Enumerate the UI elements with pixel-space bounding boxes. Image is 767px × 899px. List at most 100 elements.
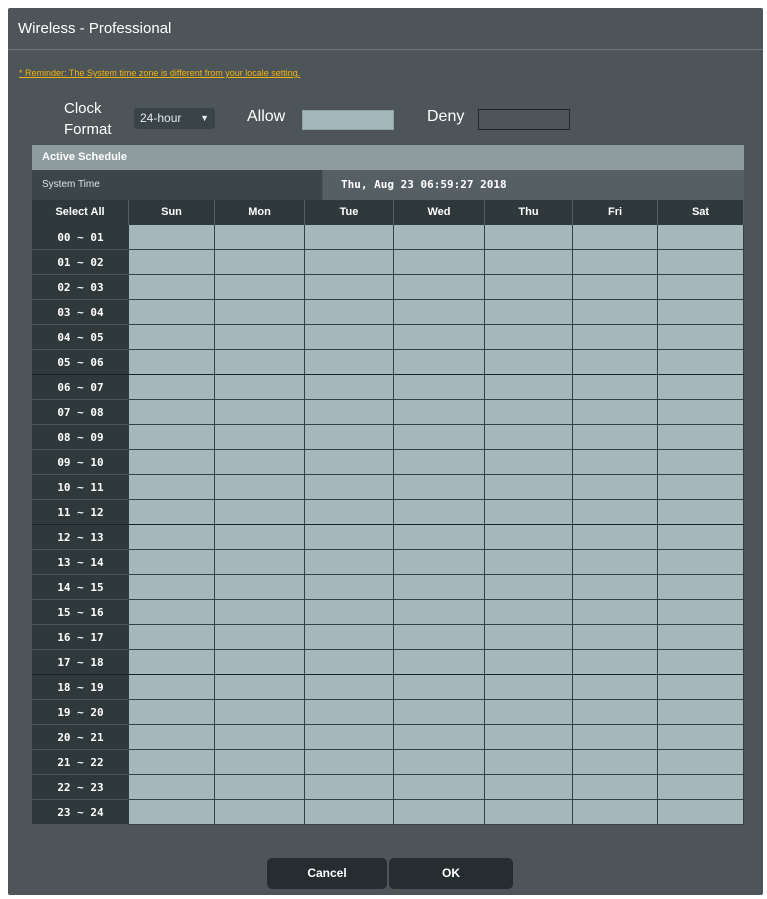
schedule-cell[interactable]	[305, 500, 394, 525]
schedule-cell[interactable]	[485, 600, 573, 625]
schedule-cell[interactable]	[215, 675, 305, 700]
schedule-cell[interactable]	[485, 700, 573, 725]
schedule-cell[interactable]	[215, 425, 305, 450]
schedule-cell[interactable]	[394, 800, 485, 825]
hour-row-label[interactable]: 13 ~ 14	[32, 550, 129, 575]
hour-row-label[interactable]: 10 ~ 11	[32, 475, 129, 500]
schedule-cell[interactable]	[394, 650, 485, 675]
schedule-cell[interactable]	[394, 400, 485, 425]
schedule-cell[interactable]	[658, 425, 744, 450]
schedule-cell[interactable]	[215, 800, 305, 825]
schedule-cell[interactable]	[129, 675, 215, 700]
schedule-cell[interactable]	[485, 500, 573, 525]
schedule-cell[interactable]	[129, 600, 215, 625]
hour-row-label[interactable]: 15 ~ 16	[32, 600, 129, 625]
schedule-cell[interactable]	[305, 750, 394, 775]
schedule-cell[interactable]	[305, 700, 394, 725]
schedule-cell[interactable]	[215, 550, 305, 575]
schedule-cell[interactable]	[305, 425, 394, 450]
schedule-cell[interactable]	[394, 325, 485, 350]
schedule-cell[interactable]	[394, 775, 485, 800]
schedule-cell[interactable]	[485, 225, 573, 250]
schedule-cell[interactable]	[394, 250, 485, 275]
schedule-cell[interactable]	[394, 700, 485, 725]
schedule-cell[interactable]	[573, 800, 658, 825]
schedule-cell[interactable]	[658, 400, 744, 425]
schedule-cell[interactable]	[129, 575, 215, 600]
schedule-cell[interactable]	[129, 250, 215, 275]
hour-row-label[interactable]: 23 ~ 24	[32, 800, 129, 825]
schedule-cell[interactable]	[485, 625, 573, 650]
schedule-cell[interactable]	[215, 700, 305, 725]
schedule-cell[interactable]	[658, 675, 744, 700]
schedule-cell[interactable]	[485, 525, 573, 550]
hour-row-label[interactable]: 02 ~ 03	[32, 275, 129, 300]
schedule-cell[interactable]	[658, 700, 744, 725]
schedule-cell[interactable]	[129, 225, 215, 250]
schedule-cell[interactable]	[394, 575, 485, 600]
schedule-cell[interactable]	[485, 450, 573, 475]
schedule-cell[interactable]	[573, 250, 658, 275]
schedule-cell[interactable]	[305, 350, 394, 375]
hour-row-label[interactable]: 16 ~ 17	[32, 625, 129, 650]
schedule-cell[interactable]	[394, 225, 485, 250]
schedule-cell[interactable]	[658, 725, 744, 750]
schedule-cell[interactable]	[129, 550, 215, 575]
schedule-cell[interactable]	[573, 425, 658, 450]
ok-button[interactable]: OK	[389, 858, 513, 889]
schedule-cell[interactable]	[215, 625, 305, 650]
timezone-reminder-link[interactable]: * Reminder: The System time zone is diff…	[19, 68, 300, 78]
schedule-cell[interactable]	[485, 725, 573, 750]
schedule-cell[interactable]	[573, 325, 658, 350]
hour-row-label[interactable]: 18 ~ 19	[32, 675, 129, 700]
hour-row-label[interactable]: 17 ~ 18	[32, 650, 129, 675]
schedule-cell[interactable]	[485, 650, 573, 675]
schedule-cell[interactable]	[129, 375, 215, 400]
schedule-cell[interactable]	[215, 650, 305, 675]
schedule-cell[interactable]	[215, 400, 305, 425]
schedule-cell[interactable]	[573, 500, 658, 525]
schedule-cell[interactable]	[658, 300, 744, 325]
schedule-cell[interactable]	[305, 600, 394, 625]
hour-row-label[interactable]: 09 ~ 10	[32, 450, 129, 475]
schedule-cell[interactable]	[485, 375, 573, 400]
schedule-cell[interactable]	[129, 275, 215, 300]
schedule-cell[interactable]	[215, 750, 305, 775]
schedule-cell[interactable]	[394, 675, 485, 700]
schedule-cell[interactable]	[658, 750, 744, 775]
hour-row-label[interactable]: 22 ~ 23	[32, 775, 129, 800]
hour-row-label[interactable]: 00 ~ 01	[32, 225, 129, 250]
schedule-cell[interactable]	[658, 475, 744, 500]
schedule-cell[interactable]	[573, 450, 658, 475]
schedule-cell[interactable]	[305, 575, 394, 600]
schedule-cell[interactable]	[485, 400, 573, 425]
schedule-cell[interactable]	[658, 325, 744, 350]
schedule-cell[interactable]	[305, 650, 394, 675]
schedule-cell[interactable]	[215, 575, 305, 600]
day-header-tue[interactable]: Tue	[305, 200, 394, 225]
schedule-cell[interactable]	[573, 350, 658, 375]
schedule-cell[interactable]	[658, 575, 744, 600]
schedule-cell[interactable]	[305, 675, 394, 700]
schedule-cell[interactable]	[658, 625, 744, 650]
hour-row-label[interactable]: 05 ~ 06	[32, 350, 129, 375]
schedule-cell[interactable]	[573, 375, 658, 400]
hour-row-label[interactable]: 21 ~ 22	[32, 750, 129, 775]
clock-format-select[interactable]: 24-hour ▼	[134, 108, 215, 129]
schedule-cell[interactable]	[573, 775, 658, 800]
schedule-cell[interactable]	[215, 225, 305, 250]
schedule-cell[interactable]	[485, 275, 573, 300]
schedule-cell[interactable]	[573, 275, 658, 300]
schedule-cell[interactable]	[305, 625, 394, 650]
schedule-cell[interactable]	[305, 525, 394, 550]
schedule-cell[interactable]	[305, 250, 394, 275]
schedule-cell[interactable]	[305, 300, 394, 325]
schedule-cell[interactable]	[305, 475, 394, 500]
schedule-cell[interactable]	[573, 575, 658, 600]
schedule-cell[interactable]	[129, 750, 215, 775]
schedule-cell[interactable]	[658, 500, 744, 525]
schedule-cell[interactable]	[129, 450, 215, 475]
schedule-cell[interactable]	[215, 775, 305, 800]
schedule-cell[interactable]	[658, 775, 744, 800]
schedule-cell[interactable]	[215, 725, 305, 750]
